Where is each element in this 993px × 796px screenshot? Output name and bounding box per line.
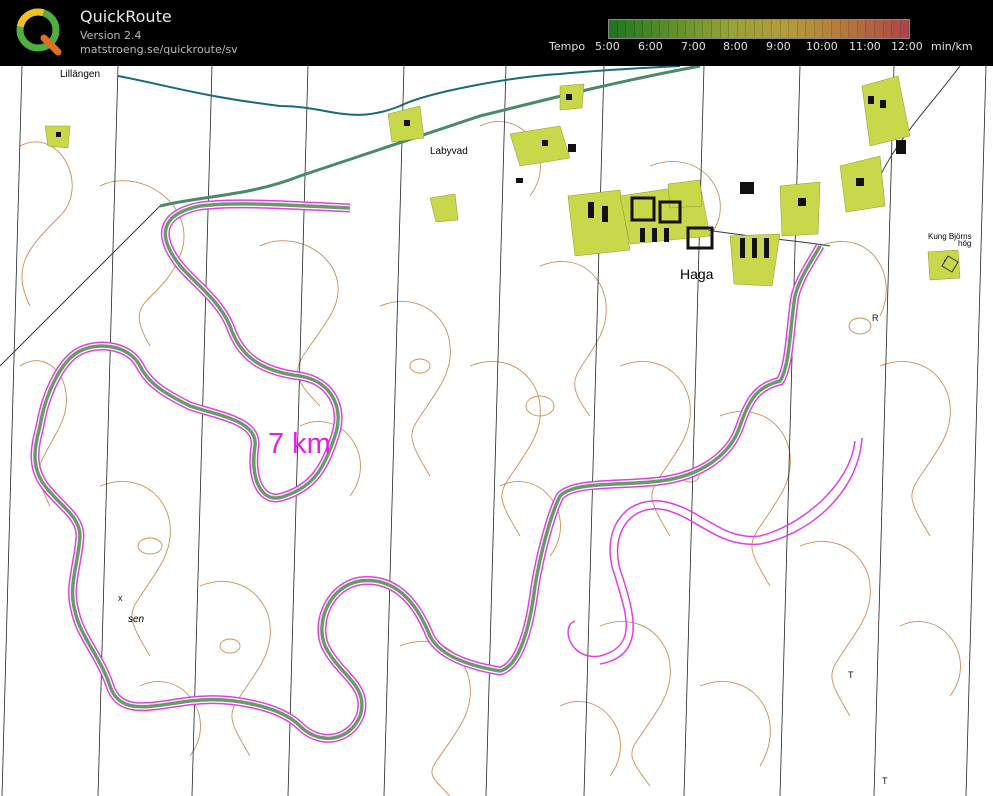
tempo-color-cell: [771, 20, 781, 38]
tempo-tick: 7:00: [681, 40, 706, 53]
tempo-color-cell: [797, 20, 807, 38]
tempo-color-cell: [866, 20, 875, 38]
tempo-color-cell: [806, 20, 815, 38]
tempo-color-cell: [694, 20, 704, 38]
svg-text:T: T: [882, 776, 888, 786]
tempo-color-cell: [814, 20, 824, 38]
tempo-color-cell: [609, 20, 618, 38]
app-url[interactable]: matstroeng.se/quickroute/sv: [80, 43, 238, 56]
tempo-color-cell: [900, 20, 910, 38]
tempo-color-cell: [729, 20, 738, 38]
tempo-color-cell: [703, 20, 712, 38]
map-label-haga: Haga: [680, 266, 714, 282]
svg-text:x: x: [118, 593, 123, 603]
map-label-labyvad: Labyvad: [430, 146, 468, 157]
tempo-tick: 12:00: [891, 40, 923, 53]
tempo-color-scale: [608, 19, 910, 39]
tempo-color-cell: [746, 20, 755, 38]
tempo-color-cell: [874, 20, 884, 38]
tempo-tick: 11:00: [849, 40, 881, 53]
buildings: [56, 94, 952, 268]
app-name: QuickRoute: [80, 7, 172, 26]
map-label-sen: sen: [128, 614, 145, 625]
tempo-color-cell: [754, 20, 764, 38]
tempo-color-cell: [832, 20, 841, 38]
tempo-color-cell: [660, 20, 670, 38]
app-version: Version 2.4: [80, 29, 142, 42]
contour-lines: [19, 121, 961, 796]
tempo-color-cell: [626, 20, 635, 38]
tempo-color-cell: [823, 20, 833, 38]
tempo-unit: min/km: [931, 40, 973, 53]
map-canvas[interactable]: x R T T: [0, 66, 993, 796]
tempo-color-cell: [720, 20, 730, 38]
quickroute-logo-icon: [16, 8, 62, 56]
distance-label: 7 km: [268, 428, 331, 460]
tempo-color-cell: [669, 20, 678, 38]
tempo-tick: 10:00: [806, 40, 838, 53]
orienteering-map[interactable]: x R T T Lillängen Labyvad Haga Kung Björ…: [0, 66, 993, 796]
tempo-color-cell: [737, 20, 747, 38]
tempo-tick: 6:00: [638, 40, 663, 53]
stream: [117, 66, 681, 116]
tempo-color-cell: [849, 20, 858, 38]
tempo-tick: 5:00: [595, 40, 620, 53]
tempo-color-cell: [883, 20, 893, 38]
svg-text:T: T: [848, 670, 854, 680]
tempo-color-cell: [840, 20, 850, 38]
tempo-color-cell: [634, 20, 644, 38]
tempo-color-cell: [651, 20, 661, 38]
tempo-color-cell: [789, 20, 798, 38]
map-outline-band: [567, 437, 863, 665]
tempo-color-cell: [643, 20, 652, 38]
tempo-color-cell: [677, 20, 687, 38]
map-label-lillangen: Lillängen: [60, 69, 101, 80]
tempo-label: Tempo: [549, 40, 586, 53]
tempo-color-cell: [711, 20, 721, 38]
tempo-color-cell: [892, 20, 901, 38]
tempo-color-cell: [763, 20, 772, 38]
magnetic-north-lines: [1, 66, 987, 796]
tempo-tick: 8:00: [723, 40, 748, 53]
tempo-color-cell: [780, 20, 790, 38]
tempo-color-cell: [857, 20, 867, 38]
tempo-tick: 9:00: [766, 40, 791, 53]
svg-text:R: R: [872, 313, 879, 323]
map-label-hog: hög: [958, 239, 972, 248]
tempo-color-cell: [686, 20, 695, 38]
tempo-color-cell: [617, 20, 627, 38]
app-header: QuickRoute Version 2.4 matstroeng.se/qui…: [0, 0, 993, 66]
